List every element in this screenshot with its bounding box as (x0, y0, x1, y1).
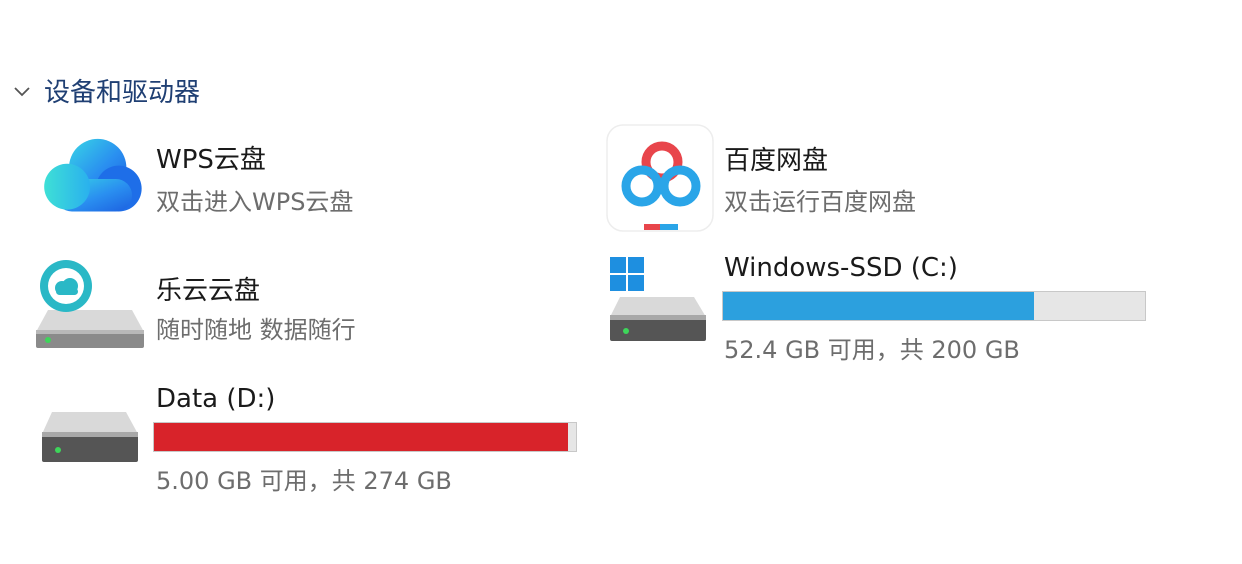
leyun-cloud-drive-item[interactable]: 乐云云盘 随时随地 数据随行 (30, 250, 550, 360)
windows-drive-icon (610, 257, 706, 341)
drive-c-item[interactable]: Windows-SSD (C:) 52.4 GB 可用，共 200 GB (600, 245, 1160, 365)
leyun-cloud-drive-icon (36, 260, 144, 348)
chevron-down-icon (14, 86, 30, 96)
drive-d-usage-text: 5.00 GB 可用，共 274 GB (156, 467, 452, 495)
wps-cloud-subtitle: 双击进入WPS云盘 (156, 188, 354, 216)
baidu-netdisk-subtitle: 双击运行百度网盘 (724, 188, 916, 216)
wps-cloud-item[interactable]: WPS云盘 双击进入WPS云盘 (30, 125, 530, 235)
leyun-cloud-drive-title: 乐云云盘 (156, 276, 261, 306)
wps-cloud-title: WPS云盘 (156, 145, 266, 175)
drive-d-title: Data (D:) (156, 384, 276, 414)
drive-c-usage-bar (722, 291, 1146, 321)
baidu-netdisk-icon (606, 124, 714, 232)
baidu-netdisk-item[interactable]: 百度网盘 双击运行百度网盘 (600, 120, 1100, 235)
hard-drive-icon (42, 412, 138, 462)
drive-d-usage-bar (153, 422, 577, 452)
drive-d-usage-fill (154, 423, 569, 451)
section-header-devices-drives[interactable]: 设备和驱动器 (12, 72, 200, 109)
drive-c-usage-text: 52.4 GB 可用，共 200 GB (724, 336, 1020, 364)
wps-cloud-icon (44, 138, 142, 212)
baidu-netdisk-title: 百度网盘 (724, 146, 829, 176)
drive-d-item[interactable]: Data (D:) 5.00 GB 可用，共 274 GB (30, 378, 590, 498)
drive-c-title: Windows-SSD (C:) (724, 253, 958, 283)
leyun-cloud-drive-subtitle: 随时随地 数据随行 (156, 316, 356, 344)
section-title: 设备和驱动器 (44, 78, 201, 108)
drive-c-usage-fill (723, 292, 1035, 320)
